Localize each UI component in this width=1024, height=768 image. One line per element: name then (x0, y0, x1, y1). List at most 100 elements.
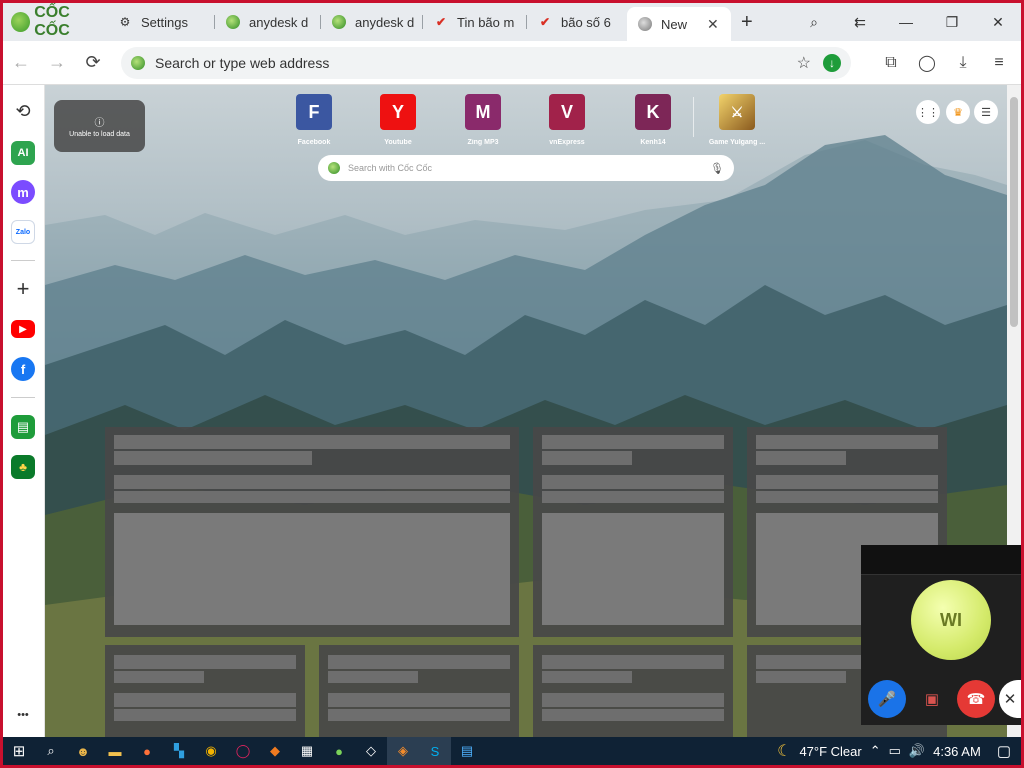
speed-dial-youtube[interactable]: Y Youtube (363, 94, 433, 146)
forward-button[interactable]: → (39, 52, 75, 73)
search-icon[interactable]: ⌕ (35, 737, 67, 765)
store-icon[interactable]: ▤ (451, 737, 483, 765)
speed-dial-label: Youtube (384, 139, 412, 146)
notes-icon[interactable]: ▤ (11, 415, 35, 439)
video-off-button[interactable]: ▣ (913, 680, 951, 718)
roblox-icon[interactable]: ◇ (355, 737, 387, 765)
speed-dial-zingmp3[interactable]: M Zing MP3 (448, 94, 518, 146)
ai-icon[interactable]: AI (11, 141, 35, 165)
speed-dial-label: vnExpress (549, 139, 585, 146)
minimize-button[interactable]: — (883, 14, 929, 30)
volume-icon[interactable]: 🔊 (909, 743, 925, 759)
gear-icon: ⚙ (119, 15, 131, 29)
caller-avatar: WI (911, 580, 991, 660)
windows-taskbar: ⊞ ⌕ ☻ ▬ ● ▚ ◉ ◯ ◆ ▦ ● ◇ ◈ S ▤ ☾ 47°F Cle… (3, 737, 1021, 765)
messenger-icon[interactable]: m (11, 180, 35, 204)
reload-button[interactable]: ⟳ (75, 52, 111, 73)
newtab-search-box[interactable]: Search with Cốc Cốc 🎙 (318, 155, 734, 181)
coccoc-logo[interactable]: CỐC CỐC (3, 4, 107, 40)
cortana-icon[interactable]: ☻ (67, 737, 99, 765)
customize-icon[interactable]: ☰ (974, 100, 998, 124)
address-placeholder: Search or type web address (155, 54, 330, 71)
anydesk-icon[interactable]: ◈ (387, 737, 419, 765)
hang-up-button[interactable]: ☎ (957, 680, 995, 718)
tab-settings[interactable]: ⚙ Settings (107, 7, 215, 37)
more-icon[interactable]: ••• (11, 703, 35, 727)
notification-icon[interactable]: ▢ (997, 742, 1011, 760)
app-icon[interactable]: ◆ (259, 737, 291, 765)
call-window: WI 🎤 ▣ ☎ ✕ (861, 545, 1021, 725)
youtube-icon[interactable]: ▶ (11, 320, 35, 338)
speed-dial-vnexpress[interactable]: V vnExpress (532, 94, 602, 146)
speed-dial-kenh14[interactable]: K Kenh14 (618, 94, 688, 146)
news-card-skeleton (533, 427, 733, 637)
history-back-icon[interactable]: ⇇ (837, 14, 883, 31)
more-call-options-button[interactable]: ✕ (999, 680, 1021, 718)
facebook-icon[interactable]: f (11, 357, 35, 381)
tray-chevron-icon[interactable]: ⌃ (870, 743, 881, 759)
download-badge-icon[interactable]: ↓ (823, 53, 841, 72)
new-tab-button[interactable]: + (731, 11, 763, 34)
address-bar[interactable]: Search or type web address ☆ ↓ (121, 46, 851, 79)
speed-dial-label: Facebook (297, 139, 331, 146)
speed-dial-tile: K (635, 94, 671, 130)
chrome-icon[interactable]: ◉ (195, 737, 227, 765)
speed-dial-facebook[interactable]: F Facebook (279, 94, 349, 146)
windows-start-icon[interactable]: ⊞ (3, 737, 35, 765)
call-title-bar[interactable] (861, 545, 1021, 575)
tab-strip: CỐC CỐC ⚙ Settings anydesk d anydesk d ✔… (3, 3, 1021, 41)
tab-label: anydesk d (355, 14, 415, 30)
skype-icon[interactable]: S (419, 737, 451, 765)
tab-anydesk-2[interactable]: anydesk d (321, 7, 423, 37)
firefox-icon[interactable]: ● (131, 737, 163, 765)
tab-bao-so-6[interactable]: ✔ bão số 6 (527, 7, 627, 37)
game-thumbnail-icon: ⚔ (719, 94, 755, 130)
opera-icon[interactable]: ◯ (227, 737, 259, 765)
clock-text[interactable]: 4:36 AM (933, 744, 981, 759)
tab-label: Settings (141, 14, 188, 30)
news-card-skeleton (105, 645, 305, 737)
search-placeholder: Search with Cốc Cốc (348, 163, 433, 173)
news-card-skeleton (105, 427, 519, 637)
brand-label: CỐC CỐC (34, 4, 70, 39)
tab-search-icon[interactable]: ⌕ (791, 14, 837, 31)
history-icon[interactable]: ⟲ (11, 99, 35, 123)
calculator-icon[interactable]: ▦ (291, 737, 323, 765)
maximize-button[interactable]: ❐ (929, 14, 975, 31)
crown-icon[interactable]: ♛ (946, 100, 970, 124)
network-icon[interactable]: ▭ (889, 743, 901, 759)
tab-label: Tin bão m (457, 14, 515, 30)
downloads-icon[interactable]: ⤓ (947, 54, 979, 72)
speed-dial-label: Kenh14 (640, 139, 666, 146)
coccoc-icon (225, 14, 241, 30)
weather-widget[interactable]: ⓘ Unable to load data (54, 100, 145, 152)
tab-new-tab[interactable]: New ✕ (627, 7, 731, 41)
game-icon[interactable]: ♣ (11, 455, 35, 479)
speed-dial-yulgang[interactable]: ⚔ Game Yulgang ... (702, 94, 772, 146)
apps-grid-icon[interactable]: ⋮⋮ (916, 100, 940, 124)
close-tab-icon[interactable]: ✕ (707, 16, 719, 33)
microphone-icon[interactable]: 🎙 (710, 162, 724, 175)
tab-anydesk-1[interactable]: anydesk d (215, 7, 321, 37)
coccoc-icon[interactable]: ● (323, 737, 355, 765)
vs-code-icon[interactable]: ▚ (163, 737, 195, 765)
menu-icon[interactable]: ≡ (983, 54, 1015, 72)
zalo-icon[interactable]: Zalo (11, 220, 35, 244)
scrollbar-thumb[interactable] (1010, 97, 1018, 327)
news-card-skeleton (533, 645, 733, 737)
extensions-icon[interactable]: ⧉ (875, 54, 907, 72)
bookmark-star-icon[interactable]: ☆ (797, 53, 811, 73)
speed-dial-tile: V (549, 94, 585, 130)
news-icon: ✔ (435, 15, 447, 29)
tab-tin-bao[interactable]: ✔ Tin bão m (423, 7, 527, 37)
microphone-button[interactable]: 🎤 (868, 680, 906, 718)
profile-icon[interactable]: ◯ (911, 53, 943, 73)
speed-dial-label: Game Yulgang ... (708, 139, 766, 146)
back-button[interactable]: ← (3, 52, 39, 73)
window-controls: ⌕ ⇇ — ❐ ✕ (791, 14, 1021, 31)
weather-text[interactable]: 47°F Clear (799, 744, 861, 759)
close-window-button[interactable]: ✕ (975, 14, 1021, 31)
add-icon[interactable]: + (11, 276, 35, 301)
system-tray: ☾ 47°F Clear ⌃ ▭ 🔊 4:36 AM ▢ (777, 741, 1021, 761)
file-explorer-icon[interactable]: ▬ (99, 737, 131, 765)
